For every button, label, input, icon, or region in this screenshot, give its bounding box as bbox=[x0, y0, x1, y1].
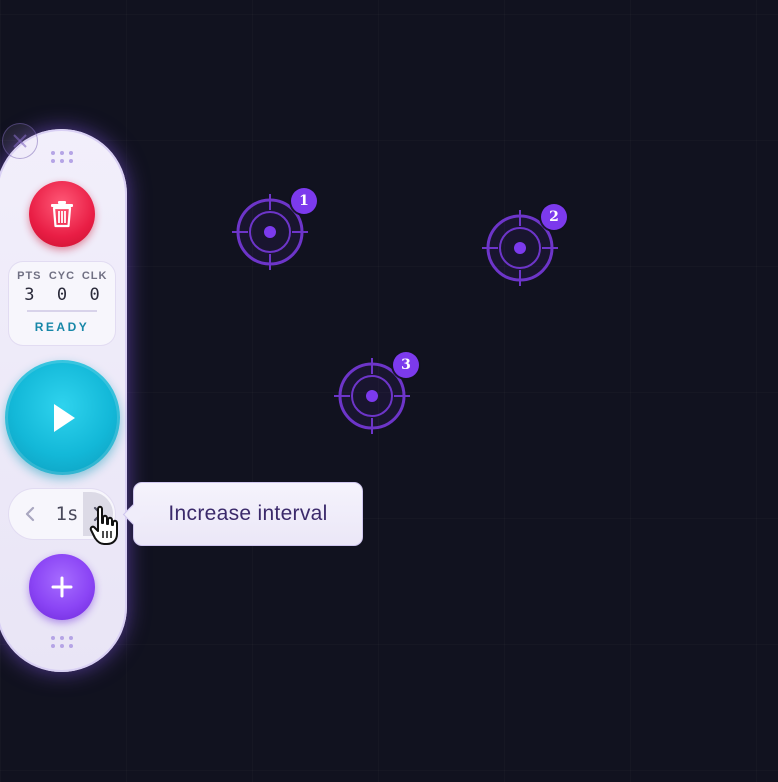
play-button[interactable] bbox=[5, 360, 120, 475]
stat-label-clk: CLK bbox=[81, 270, 108, 282]
status-text: READY bbox=[34, 320, 90, 334]
tooltip-text: Increase interval bbox=[168, 502, 328, 525]
divider bbox=[27, 310, 97, 312]
target-point-1[interactable]: 1 bbox=[232, 188, 317, 270]
stat-value-pts: 3 bbox=[24, 285, 35, 305]
close-icon[interactable] bbox=[2, 123, 38, 159]
stat-value-clk: 0 bbox=[89, 285, 100, 305]
target-point-3[interactable]: 3 bbox=[334, 352, 419, 434]
drag-handle-top[interactable] bbox=[48, 151, 76, 163]
decrease-interval-button[interactable] bbox=[13, 489, 47, 539]
stats-values: 3 0 0 bbox=[9, 285, 115, 305]
drag-handle-bottom[interactable] bbox=[48, 636, 76, 648]
target-number-badge: 1 bbox=[291, 188, 317, 214]
clear-points-button[interactable] bbox=[29, 181, 95, 247]
stat-label-cyc: CYC bbox=[48, 270, 76, 282]
stats-card: PTS CYC CLK 3 0 0 READY bbox=[9, 262, 115, 345]
chevron-left-icon bbox=[25, 506, 35, 522]
trash-icon bbox=[51, 201, 73, 228]
play-icon bbox=[53, 403, 75, 432]
add-point-button[interactable] bbox=[29, 554, 95, 620]
tooltip: Increase interval bbox=[133, 482, 363, 546]
target-number-badge: 3 bbox=[393, 352, 419, 378]
plus-icon bbox=[51, 576, 73, 598]
hand-cursor-icon bbox=[89, 505, 118, 545]
target-point-2[interactable]: 2 bbox=[482, 204, 567, 286]
stat-value-cyc: 0 bbox=[56, 285, 68, 305]
target-number-badge: 2 bbox=[541, 204, 567, 230]
stats-labels: PTS CYC CLK bbox=[9, 270, 115, 282]
stat-label-pts: PTS bbox=[17, 270, 42, 282]
